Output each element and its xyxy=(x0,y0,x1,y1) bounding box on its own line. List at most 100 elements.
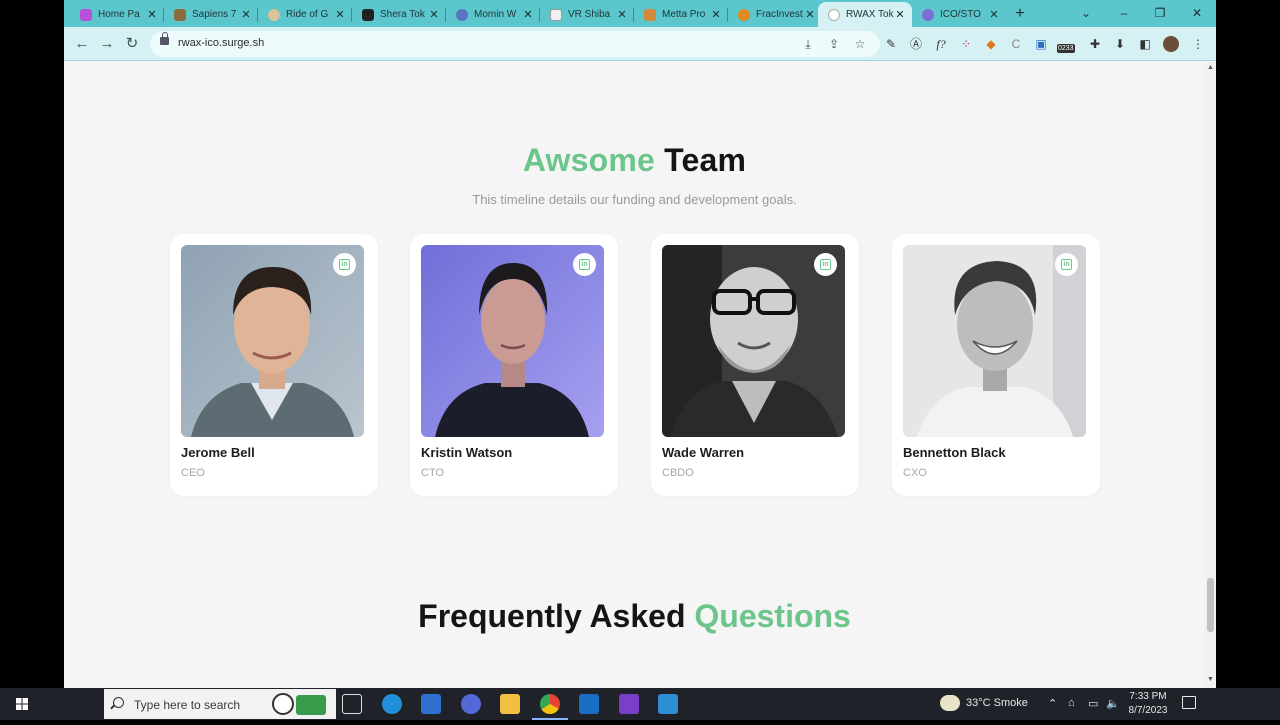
address-bar[interactable]: rwax-ico.surge.sh ⤓ ⇪ ☆ xyxy=(150,31,880,57)
linkedin-icon[interactable] xyxy=(333,253,356,276)
page-scrollbar[interactable]: ▲ ▼ xyxy=(1205,62,1216,688)
scroll-down-arrow-icon[interactable]: ▼ xyxy=(1206,676,1215,683)
extension-badge: 0233 xyxy=(1057,44,1075,53)
clock[interactable]: 7:33 PM 8/7/2023 xyxy=(1126,690,1170,718)
eyedropper-extension-icon[interactable]: ✎ xyxy=(882,35,900,53)
clock-date: 8/7/2023 xyxy=(1128,705,1168,716)
member-role: CEO xyxy=(181,467,205,479)
tab-vr-shiba[interactable]: VR Shiba ✕ xyxy=(540,2,634,27)
tab-close-icon[interactable]: ✕ xyxy=(616,8,628,21)
tab-close-icon[interactable]: ✕ xyxy=(710,8,722,21)
download-icon[interactable]: ⬇ xyxy=(1111,35,1129,53)
show-hidden-icons-chevron-icon[interactable]: ⌃ xyxy=(1048,697,1057,710)
new-tab-button[interactable]: + xyxy=(1010,4,1030,24)
linkedin-icon[interactable] xyxy=(814,253,837,276)
screen: Home Pa ✕ Sapiens 7 ✕ Ride of G ✕ Shera … xyxy=(0,0,1280,720)
search-highlight-icon xyxy=(296,695,326,715)
microsoft-store-icon[interactable] xyxy=(421,694,441,714)
member-name: Bennetton Black xyxy=(903,445,1006,460)
formula-extension-icon[interactable]: f? xyxy=(932,35,950,53)
photos-app-icon[interactable] xyxy=(658,694,678,714)
file-explorer-icon[interactable] xyxy=(500,694,520,714)
tab-momin[interactable]: Momin W ✕ xyxy=(446,2,540,27)
tab-close-icon[interactable]: ✕ xyxy=(522,8,534,21)
tab-close-icon[interactable]: ✕ xyxy=(894,8,906,21)
meet-now-icon[interactable]: ⌂ xyxy=(1068,697,1075,709)
linkedin-icon[interactable] xyxy=(573,253,596,276)
tab-close-icon[interactable]: ✕ xyxy=(804,8,816,21)
mail-icon[interactable] xyxy=(579,694,599,714)
counter-extension-icon[interactable]: 0233 xyxy=(1057,35,1075,53)
tab-ico-sto[interactable]: ICO/STO ✕ xyxy=(912,2,1006,27)
side-panel-icon[interactable]: ◧ xyxy=(1136,35,1154,53)
tab-home-page[interactable]: Home Pa ✕ xyxy=(70,2,164,27)
reload-icon[interactable]: ↻ xyxy=(122,34,142,54)
url-text[interactable]: rwax-ico.surge.sh xyxy=(178,37,264,49)
scrollbar-thumb[interactable] xyxy=(1207,578,1214,632)
forward-arrow-icon[interactable]: → xyxy=(97,34,117,54)
media-player-icon[interactable] xyxy=(461,694,481,714)
puzzle-extensions-icon[interactable]: ✚ xyxy=(1086,35,1104,53)
network-icon[interactable]: ▭ xyxy=(1088,697,1098,710)
member-name: Jerome Bell xyxy=(181,445,255,460)
screen-extension-icon[interactable]: ▣ xyxy=(1032,35,1050,53)
tab-metta-pro[interactable]: Metta Pro ✕ xyxy=(634,2,728,27)
tab-close-icon[interactable]: ✕ xyxy=(240,8,252,21)
bookmark-star-icon[interactable]: ☆ xyxy=(852,36,868,52)
tab-close-icon[interactable]: ✕ xyxy=(334,8,346,21)
member-role: CTO xyxy=(421,467,445,479)
weather-text[interactable]: 33°C Smoke xyxy=(966,697,1028,709)
tab-label: Home Pa xyxy=(98,9,140,20)
tab-ride-of[interactable]: Ride of G ✕ xyxy=(258,2,352,27)
member-photo xyxy=(421,245,604,437)
visual-studio-icon[interactable] xyxy=(619,694,639,714)
install-app-icon[interactable]: ⤓ xyxy=(800,36,816,52)
restore-button[interactable]: ❐ xyxy=(1148,3,1172,23)
notification-center-icon[interactable] xyxy=(1182,696,1196,709)
tab-sapiens[interactable]: Sapiens 7 ✕ xyxy=(164,2,258,27)
member-name: Kristin Watson xyxy=(421,445,513,460)
faq-section-title: Frequently Asked Questions xyxy=(64,598,1205,635)
search-icon xyxy=(113,697,124,708)
tab-close-icon[interactable]: ✕ xyxy=(428,8,440,21)
home-page-favicon-icon xyxy=(80,8,92,21)
task-view-icon[interactable] xyxy=(342,694,362,714)
tab-label: Metta Pro xyxy=(662,9,706,20)
man-portrait-image xyxy=(181,245,364,437)
back-arrow-icon[interactable]: ← xyxy=(72,34,92,54)
clock-time: 7:33 PM xyxy=(1129,691,1167,702)
momin-favicon-icon xyxy=(456,8,468,21)
minimize-button[interactable]: – xyxy=(1112,3,1136,23)
tab-shera-token[interactable]: Shera Tok ✕ xyxy=(352,2,446,27)
dots-extension-icon[interactable]: ⁘ xyxy=(957,35,975,53)
taskbar-search-box[interactable]: Type here to search xyxy=(104,689,336,719)
tab-label: Sapiens 7 xyxy=(192,9,237,20)
vr-shiba-favicon-icon xyxy=(550,8,562,21)
tab-fracinvest[interactable]: FracInvest ✕ xyxy=(728,2,822,27)
linkedin-icon[interactable] xyxy=(1055,253,1078,276)
chrome-browser-icon[interactable] xyxy=(540,694,560,714)
rwax-favicon-icon xyxy=(828,8,840,21)
volume-icon[interactable]: 🔈 xyxy=(1106,697,1120,710)
team-title-rest: Team xyxy=(664,142,747,178)
tab-search-button[interactable]: ⌄ xyxy=(1074,3,1098,23)
metamask-fox-icon[interactable]: ◆ xyxy=(982,35,1000,53)
tab-rwax-token[interactable]: RWAX Tok ✕ xyxy=(818,2,912,27)
member-role: CXO xyxy=(903,467,927,479)
edge-browser-icon[interactable] xyxy=(382,694,402,714)
team-title-accent: Awsome xyxy=(522,142,656,178)
woman-portrait-image xyxy=(421,245,604,437)
shera-favicon-icon xyxy=(362,8,374,21)
c-extension-icon[interactable]: C xyxy=(1007,35,1025,53)
profile-avatar[interactable] xyxy=(1163,36,1179,52)
scroll-up-arrow-icon[interactable]: ▲ xyxy=(1206,64,1215,71)
kebab-menu-icon[interactable]: ⋮ xyxy=(1189,35,1207,53)
tab-close-icon[interactable]: ✕ xyxy=(988,8,1000,21)
tab-close-icon[interactable]: ✕ xyxy=(146,8,158,21)
start-button[interactable] xyxy=(0,688,44,720)
tab-label: RWAX Tok xyxy=(846,9,894,20)
circle-a-extension-icon[interactable]: Ⓐ xyxy=(907,35,925,53)
member-photo xyxy=(662,245,845,437)
close-window-button[interactable]: ✕ xyxy=(1185,3,1209,23)
share-icon[interactable]: ⇪ xyxy=(826,36,842,52)
